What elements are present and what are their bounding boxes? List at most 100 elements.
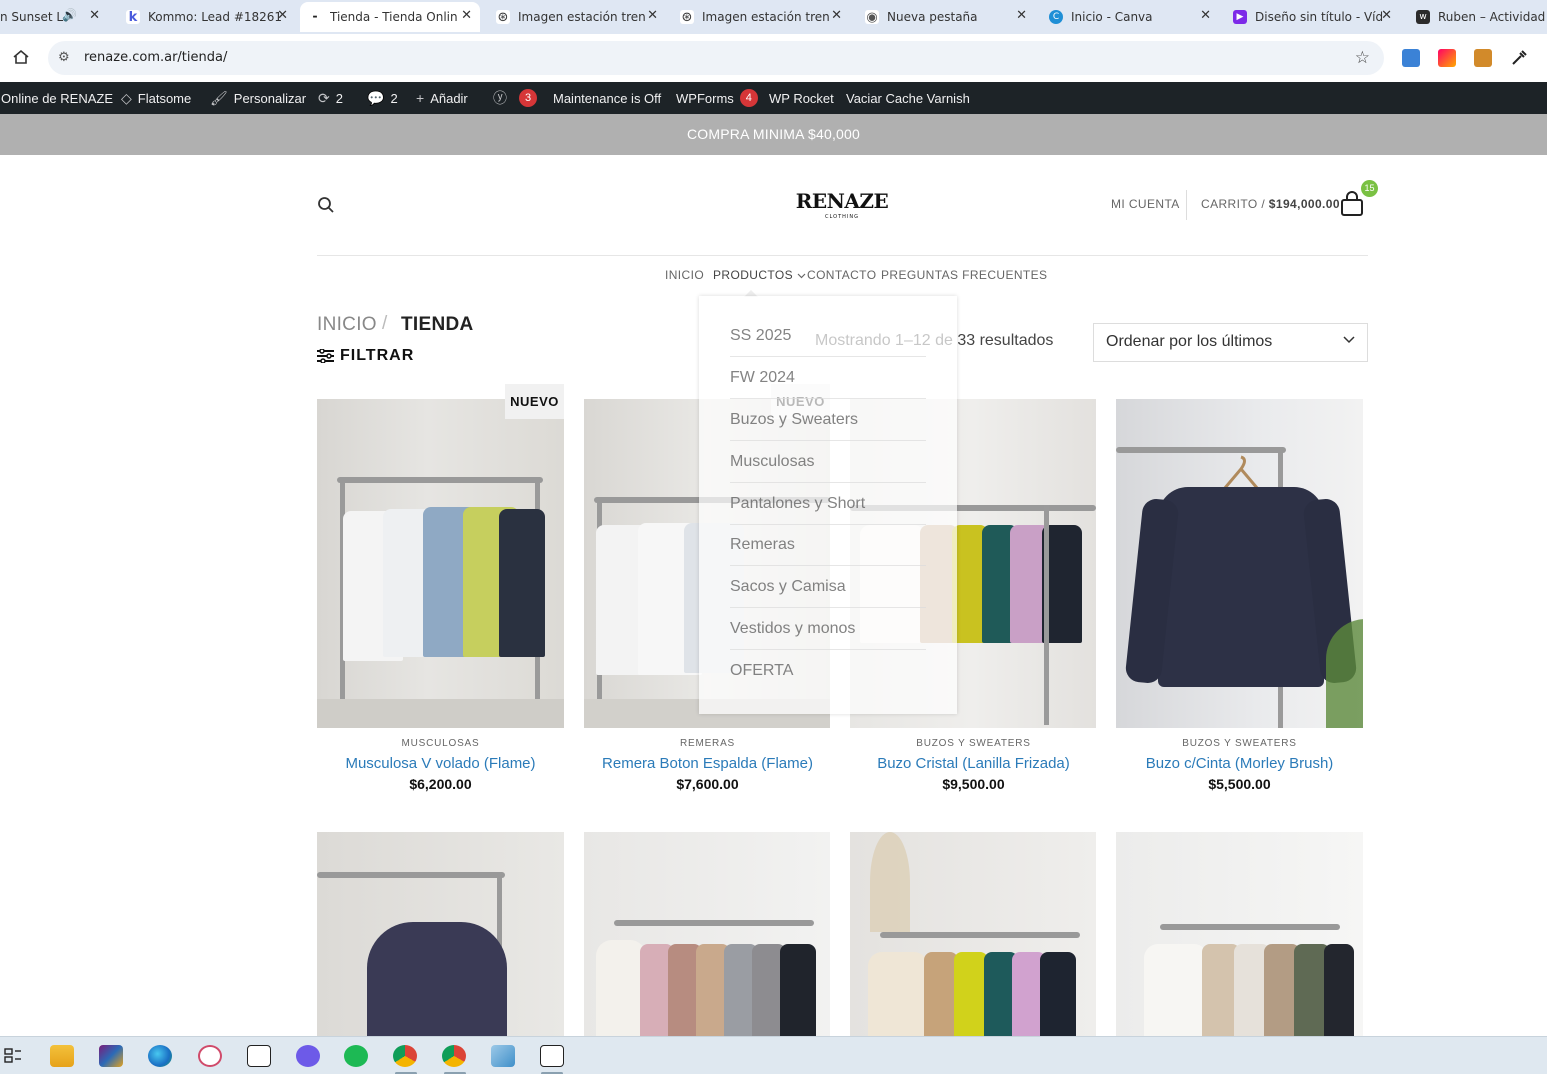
dropdown-item-sacos-camisa[interactable]: Sacos y Camisa (730, 566, 926, 608)
close-tab-icon[interactable]: ✕ (461, 8, 472, 23)
breadcrumb-current: TIENDA (401, 314, 474, 335)
messenger-icon[interactable] (296, 1045, 320, 1067)
wp-yoast-link[interactable]: ⓨ 3 (493, 82, 537, 114)
browser-tab[interactable]: ⊛ Imagen estación tren ✕ (488, 2, 666, 32)
speaker-icon[interactable]: 🔊 (62, 8, 77, 22)
os-taskbar (0, 1036, 1547, 1074)
close-tab-icon[interactable]: ✕ (1381, 8, 1392, 23)
browser-tab[interactable]: w Ruben – Actividad – (1408, 2, 1547, 32)
breadcrumb-home[interactable]: INICIO (317, 314, 377, 336)
filter-button[interactable]: FILTRAR (317, 347, 414, 365)
close-tab-icon[interactable]: ✕ (647, 8, 658, 23)
dropdown-item-buzos-sweaters[interactable]: Buzos y Sweaters (730, 399, 926, 441)
capcut-icon[interactable] (247, 1045, 271, 1067)
product-image[interactable] (1116, 399, 1363, 728)
browser-tab[interactable]: ▶ Diseño sin título - Víd ✕ (1225, 2, 1400, 32)
wp-maintenance-link[interactable]: Maintenance is Off (553, 82, 661, 114)
wp-admin-bar: Online de RENAZE ◇ Flatsome 🖌 Personalizar… (0, 82, 1547, 114)
widgets-icon[interactable] (4, 1047, 22, 1065)
orderby-select[interactable]: Ordenar por los últimos (1093, 323, 1368, 362)
eyedropper-icon[interactable] (1510, 49, 1528, 67)
plus-icon: + (416, 90, 425, 106)
close-tab-icon[interactable]: ✕ (1016, 8, 1027, 23)
nav-contacto[interactable]: CONTACTO (807, 268, 876, 282)
chevron-down-icon (1343, 336, 1355, 344)
browser-toolbar: ⚙ renaze.com.ar/tienda/ ☆ (0, 34, 1547, 82)
nav-preguntas-frecuentes[interactable]: PREGUNTAS FRECUENTES (881, 268, 1047, 282)
comment-icon: 💬 (367, 89, 385, 106)
browser-tab[interactable]: k Kommo: Lead #18261 ✕ (118, 2, 296, 32)
site-info-icon[interactable]: ⚙ (58, 50, 70, 65)
cart-link[interactable]: CARRITO / $194,000.00 (1201, 197, 1340, 211)
product-name[interactable]: Remera Boton Espalda (Flame) (584, 755, 831, 772)
dropdown-item-vestidos-monos[interactable]: Vestidos y monos (730, 608, 926, 650)
account-link[interactable]: MI CUENTA (1111, 197, 1180, 211)
product-category[interactable]: BUZOS Y SWEATERS (850, 738, 1097, 749)
browser-tab-active[interactable]: ▬ Tienda - Tienda Onlin ✕ (300, 2, 480, 32)
product-name[interactable]: Buzo Cristal (Lanilla Frizada) (850, 755, 1097, 772)
site-logo-tagline: CLOTHING (825, 214, 859, 220)
wp-wpforms-link[interactable]: WPForms 4 (676, 82, 758, 114)
browser-tab[interactable]: ◉ Nueva pestaña ✕ (857, 2, 1035, 32)
url-text: renaze.com.ar/tienda/ (84, 50, 228, 65)
product-image[interactable] (317, 399, 564, 728)
extension-icon[interactable] (1438, 49, 1456, 67)
capcut-icon[interactable] (540, 1045, 564, 1067)
product-image[interactable] (584, 832, 830, 1036)
dropdown-item-pantalones-short[interactable]: Pantalones y Short (730, 483, 926, 525)
site-logo[interactable]: RENAZE (792, 189, 892, 213)
dropdown-item-musculosas[interactable]: Musculosas (730, 441, 926, 483)
file-explorer-icon[interactable] (50, 1045, 74, 1067)
wp-site-link[interactable]: Online de RENAZE (1, 82, 113, 114)
dropdown-item-fw-2024[interactable]: FW 2024 (730, 357, 926, 399)
extension-icon[interactable] (1474, 49, 1492, 67)
nav-inicio[interactable]: INICIO (665, 268, 704, 282)
wp-theme-link[interactable]: ◇ Flatsome (121, 82, 191, 114)
edge-icon[interactable] (148, 1045, 172, 1067)
close-tab-icon[interactable]: ✕ (1200, 8, 1211, 23)
chrome-icon[interactable] (393, 1045, 417, 1067)
product-category[interactable]: MUSCULOSAS (317, 738, 564, 749)
openai-icon: ⊛ (680, 9, 694, 25)
dropdown-item-oferta[interactable]: OFERTA (730, 650, 926, 692)
nav-productos[interactable]: PRODUCTOS (713, 268, 806, 282)
wp-updates-link[interactable]: ⟳ 2 (318, 82, 343, 114)
product-category[interactable]: REMERAS (584, 738, 831, 749)
browser-tab[interactable]: n Sunset L 🔊 ✕ (0, 2, 108, 32)
extension-icon[interactable] (1402, 49, 1420, 67)
winrar-icon[interactable] (99, 1045, 123, 1067)
search-icon[interactable] (317, 196, 335, 214)
product-image[interactable] (1116, 832, 1363, 1036)
header-divider (317, 255, 1368, 256)
new-badge: NUEVO (505, 384, 564, 419)
bookmark-star-icon[interactable]: ☆ (1355, 48, 1370, 68)
close-tab-icon[interactable]: ✕ (89, 8, 100, 23)
wp-customize-link[interactable]: 🖌 Personalizar (210, 82, 306, 114)
wp-rocket-link[interactable]: WP Rocket (769, 82, 834, 114)
dropdown-item-ss-2025[interactable]: SS 2025 (730, 315, 926, 357)
dropdown-item-remeras[interactable]: Remeras (730, 524, 926, 566)
product-price: $9,500.00 (942, 776, 1005, 792)
address-bar[interactable]: ⚙ renaze.com.ar/tienda/ ☆ (48, 41, 1384, 75)
product-name[interactable]: Buzo c/Cinta (Morley Brush) (1116, 755, 1363, 772)
product-image[interactable] (317, 832, 564, 1036)
wp-varnish-link[interactable]: Vaciar Cache Varnish (846, 82, 970, 114)
video-icon: ▶ (1233, 10, 1247, 24)
notepad-icon[interactable] (491, 1045, 515, 1067)
shopping-bag-icon[interactable] (1340, 191, 1364, 217)
product-category[interactable]: BUZOS Y SWEATERS (1116, 738, 1363, 749)
wp-comments-link[interactable]: 💬 2 (367, 82, 398, 114)
product-image[interactable] (850, 832, 1096, 1036)
browser-tab[interactable]: ⊛ Imagen estación tren ✕ (672, 2, 850, 32)
chrome-profile-icon[interactable] (442, 1045, 466, 1067)
close-tab-icon[interactable]: ✕ (831, 8, 842, 23)
close-tab-icon[interactable]: ✕ (277, 8, 288, 23)
cart-count-badge: 15 (1361, 180, 1378, 197)
snipping-tool-icon[interactable] (198, 1045, 222, 1067)
home-icon[interactable] (12, 48, 30, 66)
spotify-icon[interactable] (344, 1045, 368, 1067)
browser-tab[interactable]: C Inicio - Canva ✕ (1041, 2, 1219, 32)
product-price: $7,600.00 (676, 776, 739, 792)
product-name[interactable]: Musculosa V volado (Flame) (317, 755, 564, 772)
wp-add-new-link[interactable]: + Añadir (416, 82, 468, 114)
